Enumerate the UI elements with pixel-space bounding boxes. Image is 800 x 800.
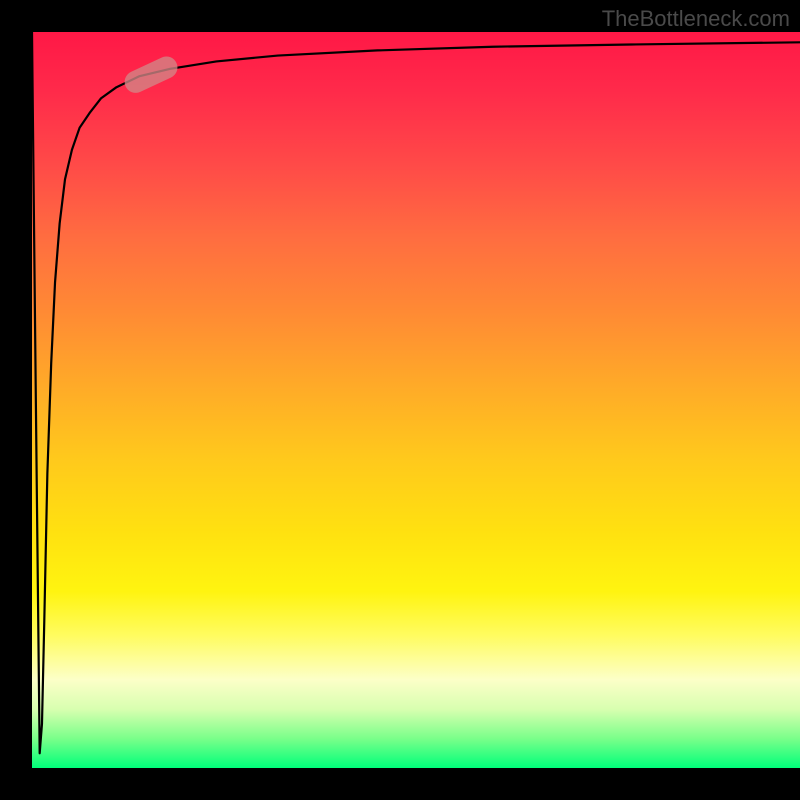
curve-svg — [32, 32, 800, 768]
plot-area — [32, 32, 800, 768]
bottleneck-curve — [32, 32, 800, 753]
attribution-text: TheBottleneck.com — [602, 6, 790, 32]
